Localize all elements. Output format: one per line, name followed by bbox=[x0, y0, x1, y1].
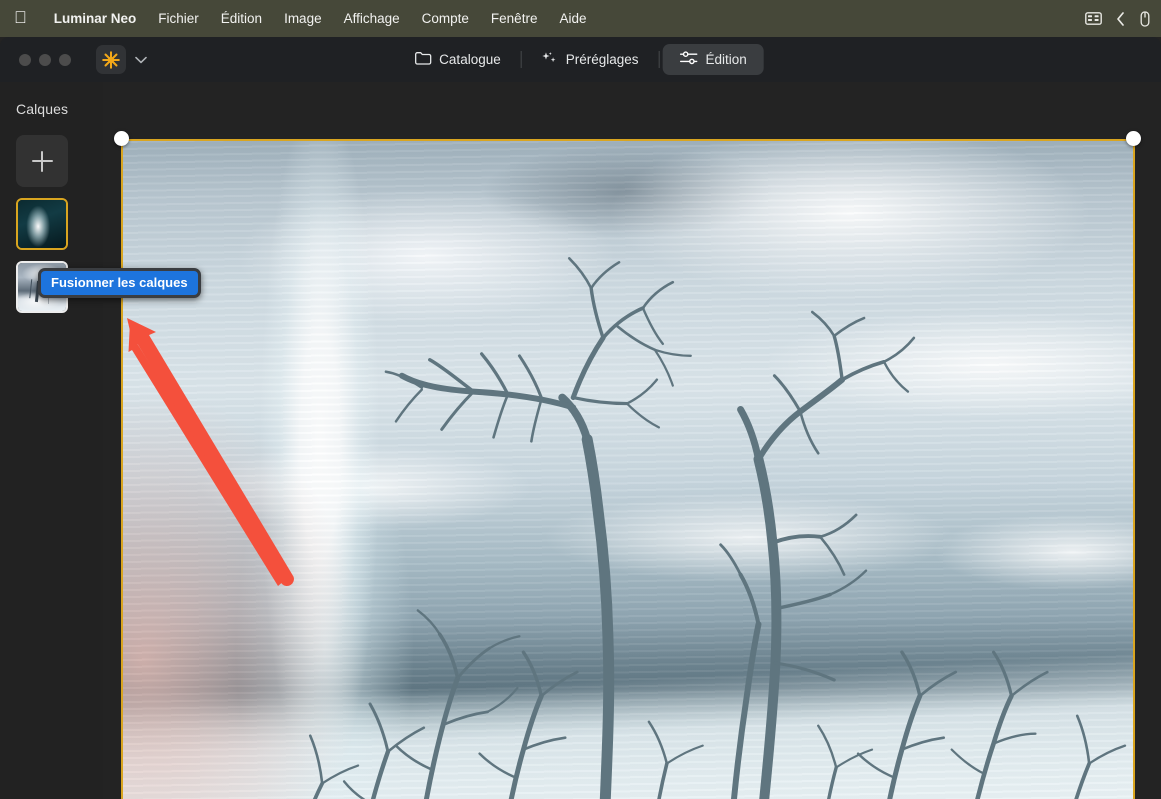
tab-preglages-label: Préréglages bbox=[565, 52, 639, 67]
sliders-icon bbox=[679, 51, 698, 68]
layers-panel-title: Calques bbox=[16, 101, 69, 117]
layer-thumbnail-light-beam[interactable] bbox=[16, 198, 68, 250]
menu-item-fenetre[interactable]: Fenêtre bbox=[480, 9, 549, 28]
menu-item-affichage[interactable]: Affichage bbox=[333, 9, 411, 28]
tab-catalogue[interactable]: Catalogue bbox=[397, 44, 518, 75]
control-center-icon[interactable] bbox=[1085, 12, 1102, 25]
plus-icon bbox=[31, 150, 53, 172]
battery-icon[interactable] bbox=[1139, 10, 1151, 27]
tooltip-label[interactable]: Fusionner les calques bbox=[41, 271, 198, 295]
winter-tree-artwork bbox=[308, 257, 1127, 799]
menu-item-compte[interactable]: Compte bbox=[411, 9, 480, 28]
window-traffic-lights bbox=[19, 53, 71, 66]
segment-divider bbox=[658, 51, 660, 68]
app-window: Catalogue Préréglages Édition Calques Fu… bbox=[0, 37, 1161, 799]
tab-preglages[interactable]: Préréglages bbox=[525, 44, 656, 75]
app-root:  Luminar Neo Fichier Édition Image Affi… bbox=[0, 0, 1161, 799]
app-toolbar: Catalogue Préréglages Édition bbox=[0, 37, 1161, 82]
minimize-button[interactable] bbox=[39, 53, 51, 66]
image-selection-frame[interactable] bbox=[121, 139, 1135, 799]
zoom-button[interactable] bbox=[59, 53, 71, 66]
handle-top-left[interactable] bbox=[114, 131, 129, 146]
tab-catalogue-label: Catalogue bbox=[439, 52, 501, 67]
sun-burst-icon[interactable] bbox=[96, 45, 126, 74]
tab-edition-label: Édition bbox=[705, 52, 747, 67]
handle-top-right[interactable] bbox=[1126, 131, 1141, 146]
menu-item-luminar-neo[interactable]: Luminar Neo bbox=[43, 9, 148, 28]
layer-context-tooltip: Fusionner les calques bbox=[38, 268, 201, 298]
mode-segmented-control: Catalogue Préréglages Édition bbox=[397, 44, 764, 75]
menu-item-fichier[interactable]: Fichier bbox=[147, 9, 210, 28]
layers-sidebar: Calques bbox=[0, 82, 103, 799]
menu-item-image[interactable]: Image bbox=[273, 9, 333, 28]
macos-menu-bar:  Luminar Neo Fichier Édition Image Affi… bbox=[0, 0, 1161, 37]
image-canvas-area[interactable] bbox=[103, 82, 1161, 799]
add-layer-button[interactable] bbox=[16, 135, 68, 187]
menu-item-edition[interactable]: Édition bbox=[210, 9, 273, 28]
layer-preview-image bbox=[18, 200, 66, 248]
chevron-left-icon[interactable] bbox=[1116, 11, 1125, 26]
sparkle-icon bbox=[542, 51, 558, 69]
segment-divider bbox=[520, 51, 522, 68]
close-button[interactable] bbox=[19, 53, 31, 66]
tab-edition[interactable]: Édition bbox=[662, 44, 764, 75]
apple-logo-icon[interactable]:  bbox=[14, 9, 27, 26]
chevron-down-icon[interactable] bbox=[135, 56, 147, 64]
folder-icon bbox=[414, 51, 431, 68]
menu-item-aide[interactable]: Aide bbox=[548, 9, 597, 28]
